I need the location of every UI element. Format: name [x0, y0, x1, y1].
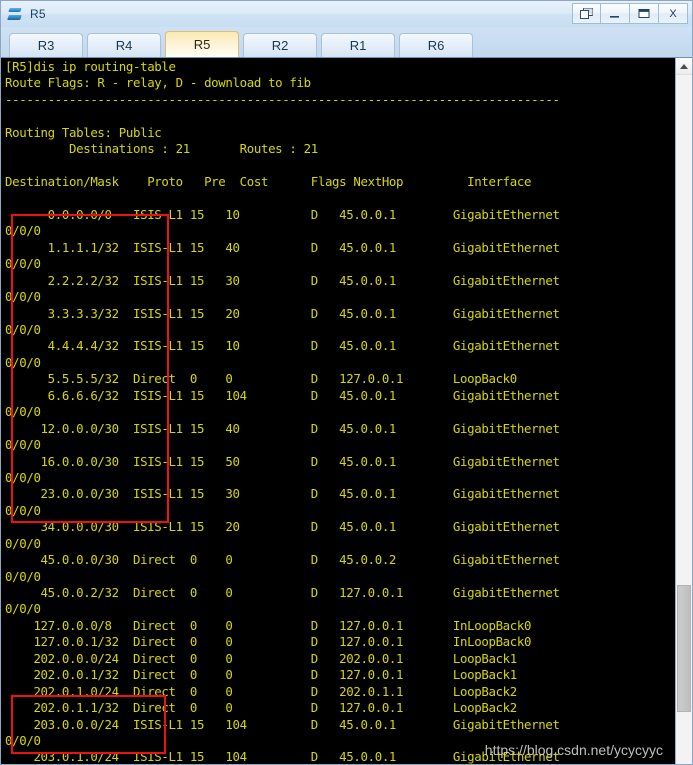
- minimize-icon: [610, 15, 619, 18]
- maximize-icon: [638, 9, 650, 18]
- close-window-button[interactable]: X: [659, 3, 688, 24]
- console-line: 16.0.0.0/30 ISIS-L1 15 50 D 45.0.0.1 Gig…: [5, 453, 560, 469]
- routing-table-header: Destination/Mask Proto Pre Cost Flags Ne…: [5, 174, 532, 190]
- console-line: 202.0.0.0/24 Direct 0 0 D 202.0.0.1 Loop…: [5, 650, 517, 666]
- console-line: 0/0/0: [5, 568, 41, 584]
- console-line: 6.6.6.6/32 ISIS-L1 15 104 D 45.0.0.1 Gig…: [5, 387, 560, 403]
- minimize-window-button[interactable]: [601, 3, 630, 24]
- tab-r5[interactable]: R5: [165, 31, 239, 57]
- window-titlebar[interactable]: R5 X: [1, 1, 692, 27]
- console-line: 127.0.0.0/8 Direct 0 0 D 127.0.0.1 InLoo…: [5, 617, 532, 633]
- console-line: 202.0.1.1/32 Direct 0 0 D 127.0.0.1 Loop…: [5, 700, 517, 716]
- scroll-up-button[interactable]: [676, 58, 692, 75]
- console-line-flags: Route Flags: R - relay, D - download to …: [5, 75, 311, 91]
- router-icon: [7, 5, 25, 23]
- tab-r6[interactable]: R6: [399, 33, 473, 57]
- console-line-separator: ----------------------------------------…: [5, 91, 560, 107]
- scrollbar-track[interactable]: [676, 75, 692, 764]
- tab-label: R4: [115, 38, 133, 53]
- console-line-summary: Destinations : 21 Routes : 21: [5, 141, 318, 157]
- chevron-up-icon: [680, 63, 688, 69]
- console-line: 0/0/0: [5, 354, 41, 370]
- tab-label: R5: [193, 37, 211, 52]
- console-line: 202.0.1.0/24 Direct 0 0 D 202.0.1.1 Loop…: [5, 683, 517, 699]
- console-line: 0/0/0: [5, 535, 41, 551]
- console-line: 0/0/0: [5, 256, 41, 272]
- console-line: 12.0.0.0/30 ISIS-L1 15 40 D 45.0.0.1 Gig…: [5, 420, 560, 436]
- scrollbar-thumb[interactable]: [677, 584, 691, 713]
- close-icon: X: [669, 7, 677, 20]
- terminal-window: R5 X R3 R4 R5 R2 R1 R6 [R5]dis ip routin…: [0, 0, 693, 765]
- console-line: 3.3.3.3/32 ISIS-L1 15 20 D 45.0.0.1 Giga…: [5, 305, 560, 321]
- console-line-blank-2: [1, 158, 675, 174]
- terminal-area: [R5]dis ip routing-table Route Flags: R …: [1, 57, 692, 764]
- tab-r3[interactable]: R3: [9, 33, 83, 57]
- restore-icon: [580, 8, 593, 19]
- console-line: 2.2.2.2/32 ISIS-L1 15 30 D 45.0.0.1 Giga…: [5, 272, 560, 288]
- console-line: 0/0/0: [5, 223, 41, 239]
- console-line-prompt: [R5]dis ip routing-table: [5, 59, 176, 74]
- console-line: 0/0/0: [5, 322, 41, 337]
- console-output[interactable]: [R5]dis ip routing-table Route Flags: R …: [1, 58, 675, 764]
- console-line: 127.0.0.1/32 Direct 0 0 D 127.0.0.1 InLo…: [5, 634, 532, 650]
- tab-r1[interactable]: R1: [321, 33, 395, 57]
- tab-label: R2: [271, 38, 289, 53]
- window-title: R5: [30, 7, 46, 21]
- console-line-blank-3: [1, 191, 675, 207]
- console-line: 0/0/0: [5, 437, 41, 453]
- console-line: 0/0/0: [5, 289, 41, 305]
- console-line: 0/0/0: [5, 469, 41, 485]
- console-line: 45.0.0.2/32 Direct 0 0 D 127.0.0.1 Gigab…: [5, 585, 560, 600]
- console-line: 5.5.5.5/32 Direct 0 0 D 127.0.0.1 LoopBa…: [5, 371, 518, 387]
- window-controls: X: [572, 3, 688, 24]
- device-tab-strip: R3 R4 R5 R2 R1 R6: [1, 27, 692, 57]
- maximize-window-button[interactable]: [630, 3, 659, 24]
- console-line: 0/0/0: [5, 601, 41, 617]
- console-line: 34.0.0.0/30 ISIS-L1 15 20 D 45.0.0.1 Gig…: [5, 519, 560, 535]
- console-line: 203.0.0.0/24 ISIS-L1 15 104 D 45.0.0.1 G…: [5, 716, 560, 732]
- watermark-text: https://blog.csdn.net/ycycyyc: [484, 742, 663, 758]
- tab-r2[interactable]: R2: [243, 33, 317, 57]
- console-line: 4.4.4.4/32 ISIS-L1 15 10 D 45.0.0.1 Giga…: [5, 338, 560, 354]
- console-line: 23.0.0.0/30 ISIS-L1 15 30 D 45.0.0.1 Gig…: [5, 486, 560, 502]
- console-line: 1.1.1.1/32 ISIS-L1 15 40 D 45.0.0.1 Giga…: [5, 239, 560, 255]
- restore-window-button[interactable]: [572, 3, 601, 24]
- routing-table-body: 0.0.0.0/0 ISIS-L1 15 10 D 45.0.0.1 Gigab…: [1, 207, 675, 764]
- tab-label: R6: [427, 38, 445, 53]
- console-line: 45.0.0.0/30 Direct 0 0 D 45.0.0.2 Gigabi…: [5, 552, 560, 568]
- console-line: 0.0.0.0/0 ISIS-L1 15 10 D 45.0.0.1 Gigab…: [5, 206, 560, 222]
- tab-label: R1: [349, 38, 367, 53]
- console-line: 0/0/0: [5, 502, 41, 518]
- console-line: 202.0.0.1/32 Direct 0 0 D 127.0.0.1 Loop…: [5, 667, 517, 683]
- console-line: 0/0/0: [5, 404, 41, 420]
- tab-r4[interactable]: R4: [87, 33, 161, 57]
- console-line-tables: Routing Tables: Public: [5, 124, 162, 140]
- tab-label: R3: [37, 38, 55, 53]
- vertical-scrollbar[interactable]: [675, 58, 692, 764]
- console-line-blank-1: [1, 108, 675, 124]
